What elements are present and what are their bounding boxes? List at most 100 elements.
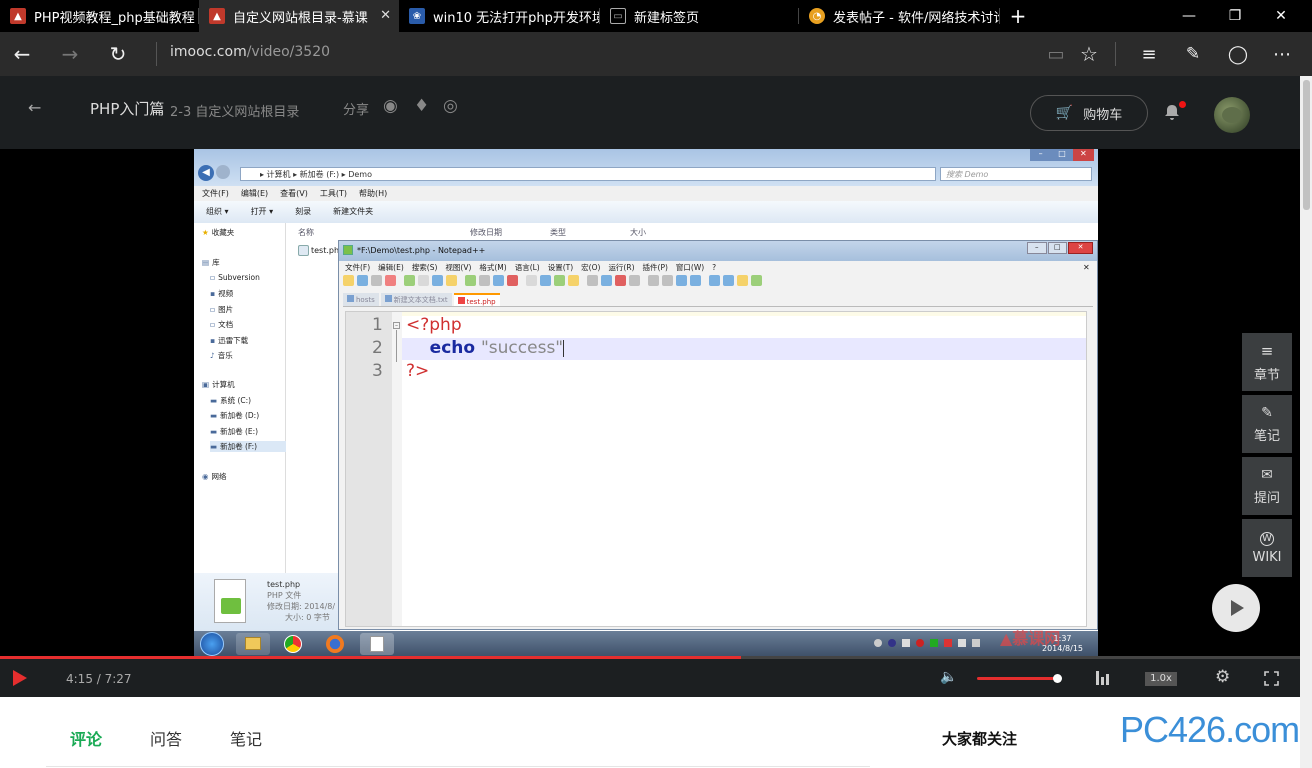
notepad-menu-item: 搜索(S) [411,263,438,272]
list-icon: ≡ [1260,341,1274,360]
pencil-icon: ✎ [1261,404,1273,421]
explorer-nav-item: ♪ 音乐 [210,350,233,361]
notepad-tool-icon [648,275,659,286]
chapters-button[interactable]: ≡ 章节 [1242,333,1292,391]
notepad-tool-icon [737,275,748,286]
notepad-window-buttons: – □ ✕ [1027,242,1093,254]
code-line: 3 ?> [346,360,1086,383]
nav-item-icon: ▫ [210,305,216,314]
close-tab-icon[interactable]: ✕ [380,8,391,23]
hub-icon[interactable]: ≡ [1133,38,1165,70]
nav-item-label: 新加卷 (E:) [220,427,259,436]
big-play-button[interactable] [1212,584,1260,632]
imooc-favicon-icon: ▲ [209,8,225,24]
tab-notes[interactable]: 笔记 [230,726,262,750]
explorer-nav-item: ▪ 视频 [210,288,233,299]
nav-item-icon: ▬ [210,442,218,451]
weibo-icon[interactable]: ◎ [443,96,458,116]
volume-knob[interactable] [1053,674,1062,683]
notepad-tool-icon [554,275,565,286]
nav-item-icon: ▣ [202,380,210,389]
explorer-breadcrumb: ▸ 计算机 ▸ 新加卷 (F:) ▸ Demo [260,170,372,179]
explorer-column-header: 名称 修改日期 类型 大小 [286,223,1098,239]
notification-bell-icon[interactable] [1163,101,1186,120]
back-icon[interactable]: ← [6,38,38,70]
explorer-forward-icon [216,165,230,179]
play-toggle-icon[interactable] [13,670,27,686]
minimize-icon[interactable]: — [1166,0,1212,32]
reading-view-icon[interactable]: ▭ [1040,38,1072,70]
web-note-icon[interactable]: ✎ [1177,38,1209,70]
notepad-app-icon [343,245,353,255]
wiki-button[interactable]: W WIKI [1242,519,1292,577]
back-arrow-icon[interactable]: ← [28,98,41,117]
notepad-menu-item: 编辑(E) [378,263,404,272]
notepad-menu-item: 视图(V) [445,263,472,272]
forum-favicon-icon: ◔ [809,8,825,24]
share-label: 分享 [343,103,370,118]
browser-tab-2[interactable]: ❀ win10 无法打开php开发环境 [399,0,599,32]
nav-item-label: 文档 [218,320,234,329]
clock-date: 2014/8/15 [1042,644,1084,653]
qq-icon[interactable]: ♦ [414,96,429,116]
lesson-title: 2-3 自定义网站根目录 [170,105,300,120]
notes-button[interactable]: ✎ 笔记 [1242,395,1292,453]
question-button[interactable]: ✉ 提问 [1242,457,1292,515]
more-icon[interactable]: ⋯ [1266,38,1298,70]
maximize-icon[interactable]: ❐ [1212,0,1258,32]
course-name[interactable]: PHP入门篇 [90,98,164,119]
new-tab-button[interactable]: + [995,0,1041,32]
scrollbar-thumb[interactable] [1303,80,1310,210]
taskbar-notepad-icon [360,633,394,655]
share-icon[interactable]: ◯ [1222,38,1254,70]
nav-item-label: 收藏夹 [211,228,235,237]
tab-qa[interactable]: 问答 [150,726,182,750]
quality-icon[interactable] [1096,671,1110,685]
browser-tab-0[interactable]: ▲ PHP视频教程_php基础教程 [0,0,198,32]
notepad-menu-item: 文件(F) [345,263,371,272]
browser-tab-3[interactable]: ▭ 新建标签页 [600,0,798,32]
volume-slider[interactable] [977,677,1059,680]
notepad-menu-item: 窗口(W) [675,263,705,272]
url-field[interactable]: imooc.com/video/3520 [170,44,330,60]
refresh-icon[interactable]: ↻ [102,38,134,70]
avatar[interactable] [1214,97,1250,133]
cart-button[interactable]: 🛒 购物车 [1030,95,1148,131]
column-date: 修改日期 [470,228,502,237]
text-caret [563,339,565,357]
baidu-favicon-icon: ❀ [409,8,425,24]
speed-button[interactable]: 1.0x [1145,672,1177,686]
column-name: 名称 [298,228,314,237]
url-host: imooc.com [170,44,247,60]
notepad-tab-test: test.php [453,293,500,306]
explorer-nav-item: ★ 收藏夹 [202,227,234,238]
browser-tab-4[interactable]: ◔ 发表帖子 - 软件/网络技术讨论 [799,0,999,32]
notepad-tool-icon [709,275,720,286]
explorer-menu-item: 编辑(E) [240,189,269,198]
explorer-nav-item: ▫ Subversion [210,273,260,282]
fullscreen-icon[interactable] [1264,671,1279,686]
taskbar-chrome-icon [284,635,302,653]
progress-fill[interactable] [0,656,741,659]
nav-item-icon: ▬ [210,411,218,420]
forward-icon[interactable]: → [54,38,86,70]
notepad-tool-icon [479,275,490,286]
tab-comments[interactable]: 评论 [70,726,102,750]
favorite-star-icon[interactable]: ☆ [1073,38,1105,70]
settings-gear-icon[interactable]: ⚙ [1215,667,1230,687]
nav-item-label: 计算机 [212,380,235,389]
browser-tab-1[interactable]: ▲ 自定义网站根目录-慕课 ✕ [199,0,399,32]
close-window-icon[interactable]: ✕ [1258,0,1304,32]
explorer-nav-item: ◉ 网络 [202,471,227,482]
wechat-icon[interactable]: ◉ [383,96,398,116]
tab-title: 新建标签页 [634,10,700,26]
notepad-tool-icon [676,275,687,286]
play-icon [1231,600,1244,616]
tray-icons [874,639,1004,649]
volume-icon[interactable]: 🔈 [940,669,957,685]
address-bar: ← → ↻ imooc.com/video/3520 ▭ ☆ ≡ ✎ ◯ ⋯ [0,32,1312,76]
notepad-menu-item: 设置(T) [547,263,574,272]
code-line: 2 echo "success" [346,337,1086,360]
explorer-nav-item: ▬ 新加卷 (D:) [210,410,259,421]
explorer-nav-item: ▤ 库 [202,257,220,268]
